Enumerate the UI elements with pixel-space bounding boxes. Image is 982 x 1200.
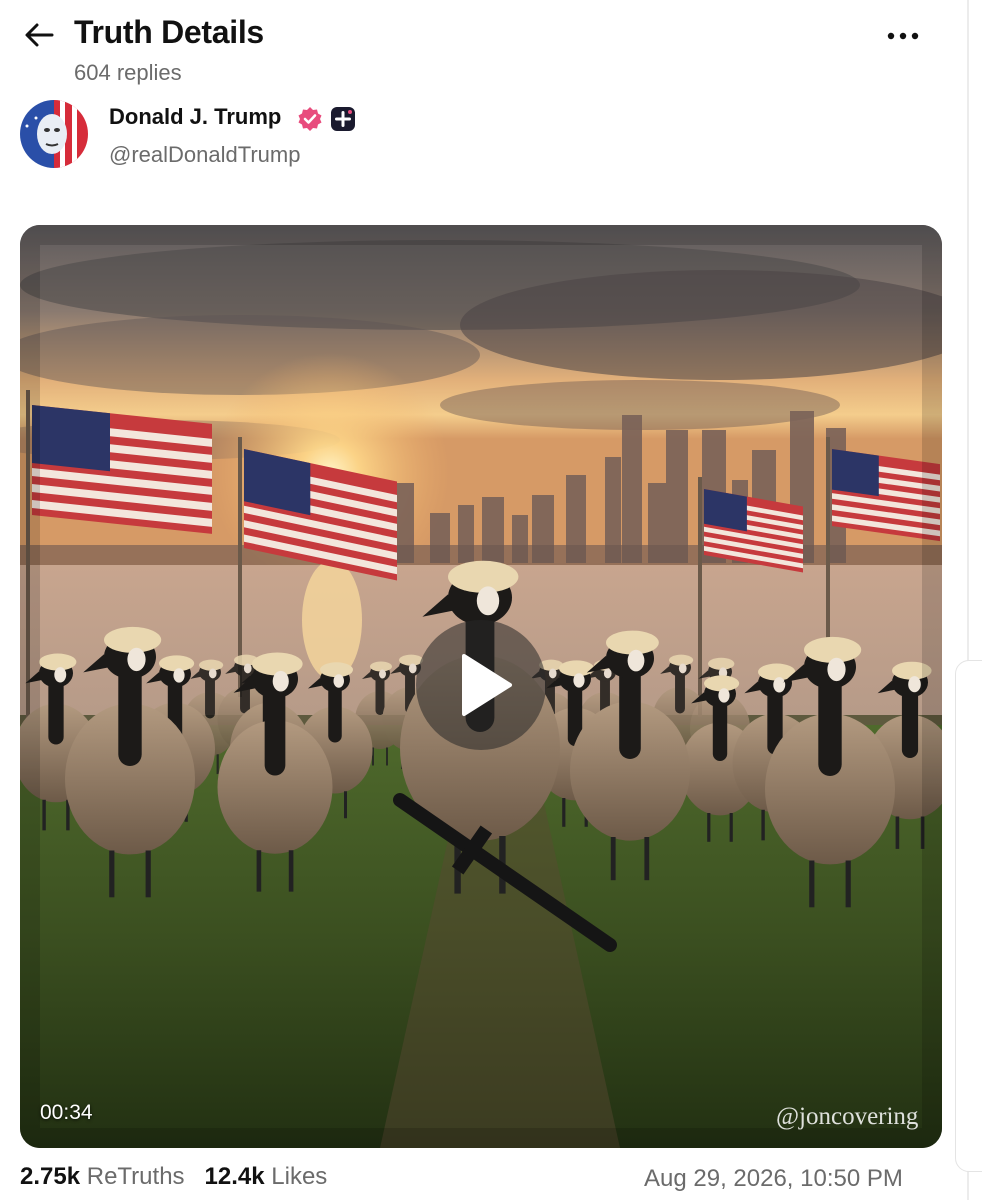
page-title: Truth Details [74,14,264,50]
retruths-label: ReTruths [86,1163,185,1190]
play-button[interactable] [416,620,546,750]
author-name[interactable]: Donald J. Trump [109,104,281,130]
retruths-count: 2.75k [20,1163,81,1190]
arrow-left-icon [25,23,54,47]
more-horizontal-icon [887,32,919,40]
author-handle[interactable]: @realDonaldTrump [109,142,300,168]
video-watermark: @joncovering [776,1103,919,1130]
video-player[interactable]: 00:34 @joncovering [20,225,942,1148]
reply-count[interactable]: 604 replies [74,60,182,86]
post-timestamp: Aug 29, 2026, 10:50 PM [644,1165,903,1192]
play-icon [462,654,512,716]
side-panel-edge [955,660,982,1172]
back-button[interactable] [22,18,56,52]
retruths-stat[interactable]: 2.75k ReTruths [20,1163,185,1190]
likes-stat[interactable]: 12.4k Likes [205,1163,328,1190]
plus-badge-icon [330,106,356,132]
video-duration: 00:34 [40,1101,93,1124]
post-stats: 2.75k ReTruths 12.4k Likes [20,1163,327,1191]
likes-count: 12.4k [204,1163,265,1190]
verified-badge-icon [297,106,323,132]
likes-label: Likes [271,1163,328,1190]
more-options-button[interactable] [884,22,924,50]
avatar[interactable] [20,100,88,168]
